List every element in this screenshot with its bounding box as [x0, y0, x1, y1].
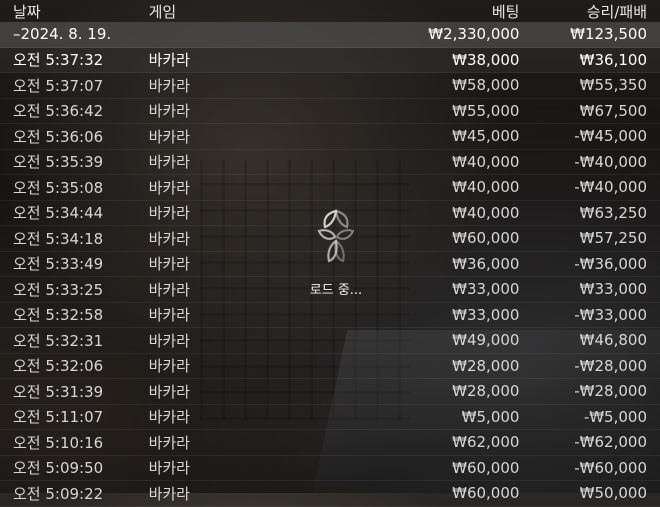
row-game: 바카라 [148, 357, 190, 376]
table-row[interactable]: 오전 5:32:06 바카라 ₩28,000 -₩28,000 [0, 354, 660, 379]
row-game: 바카라 [148, 433, 190, 452]
table-row[interactable]: 오전 5:11:07 바카라 ₩5,000 -₩5,000 [0, 405, 660, 430]
table-row[interactable]: 오전 5:37:07 바카라 ₩58,000 ₩55,350 [0, 73, 660, 99]
row-win-loss: -₩62,000 [574, 433, 647, 452]
row-win-loss: -₩40,000 [574, 178, 647, 197]
row-win-loss: ₩57,250 [579, 229, 647, 248]
table-row[interactable]: 오전 5:36:42 바카라 ₩55,000 ₩67,500 [0, 99, 660, 124]
row-time: 오전 5:32:06 [13, 357, 104, 376]
row-bet: ₩60,000 [452, 458, 520, 477]
row-bet: ₩5,000 [461, 407, 520, 426]
row-bet: ₩33,000 [452, 305, 520, 324]
loading-text: 로드 중... [309, 283, 363, 298]
row-game: 바카라 [148, 306, 190, 325]
row-win-loss: -₩33,000 [574, 305, 647, 324]
column-header-win-loss[interactable]: 승리/패배 [519, 1, 660, 22]
row-bet: ₩28,000 [452, 382, 520, 401]
row-game: 바카라 [148, 280, 190, 299]
row-win-loss: ₩33,000 [579, 280, 647, 299]
row-win-loss: -₩36,000 [574, 254, 647, 273]
table-row[interactable]: 오전 5:35:39 바카라 ₩40,000 -₩40,000 [0, 150, 660, 175]
row-bet: ₩60,000 [452, 484, 520, 503]
summary-win-loss: ₩123,500 [570, 25, 647, 44]
row-time: 오전 5:33:25 [13, 280, 104, 299]
row-game: 바카라 [148, 204, 190, 223]
table-row[interactable]: 오전 5:09:22 바카라 ₩60,000 ₩50,000 [0, 481, 660, 507]
row-bet: ₩58,000 [452, 76, 520, 95]
loading-indicator: 로드 중... [296, 207, 376, 307]
row-time: 오전 5:09:50 [13, 459, 104, 478]
spinner-icon [317, 209, 355, 263]
row-win-loss: -₩45,000 [574, 127, 647, 146]
row-time: 오전 5:33:49 [13, 255, 104, 274]
row-win-loss: -₩40,000 [574, 152, 647, 171]
row-time: 오전 5:37:07 [13, 76, 104, 95]
row-game: 바카라 [148, 76, 190, 95]
table-row[interactable]: 오전 5:32:31 바카라 ₩49,000 ₩46,800 [0, 328, 660, 354]
table-row[interactable]: 오전 5:37:32 바카라 ₩38,000 ₩36,100 [0, 47, 660, 73]
row-game: 바카라 [148, 408, 190, 427]
row-time: 오전 5:34:18 [13, 229, 104, 248]
row-win-loss: ₩50,000 [579, 484, 647, 503]
row-win-loss: -₩28,000 [574, 382, 647, 401]
row-game: 바카라 [148, 459, 190, 478]
row-win-loss: ₩67,500 [579, 101, 647, 120]
row-time: 오전 5:32:58 [13, 306, 104, 325]
row-game: 바카라 [148, 229, 190, 248]
row-game: 바카라 [148, 127, 190, 146]
row-game: 바카라 [148, 331, 190, 350]
table-row[interactable]: 오전 5:31:39 바카라 ₩28,000 -₩28,000 [0, 379, 660, 405]
row-game: 바카라 [148, 382, 190, 401]
table-row[interactable]: 오전 5:35:08 바카라 ₩40,000 -₩40,000 [0, 175, 660, 201]
table-row[interactable]: 오전 5:36:06 바카라 ₩45,000 -₩45,000 [0, 124, 660, 150]
row-win-loss: ₩63,250 [579, 203, 647, 222]
row-time: 오전 5:10:16 [13, 433, 104, 452]
row-game: 바카라 [148, 51, 190, 70]
row-game: 바카라 [148, 484, 190, 503]
column-header-bet[interactable]: 베팅 [306, 1, 520, 22]
row-bet: ₩28,000 [452, 356, 520, 375]
row-time: 오전 5:34:44 [13, 204, 104, 223]
table-header: 날짜 게임 베팅 승리/패배 [0, 0, 660, 22]
date-summary-row[interactable]: –2024. 8. 19. ₩2,330,000 ₩123,500 [0, 22, 660, 48]
row-bet: ₩49,000 [452, 331, 520, 350]
row-time: 오전 5:09:22 [13, 484, 104, 503]
row-time: 오전 5:36:06 [13, 127, 104, 146]
column-header-game[interactable]: 게임 [139, 1, 306, 22]
row-win-loss: -₩60,000 [574, 458, 647, 477]
summary-bet: ₩2,330,000 [428, 25, 520, 44]
row-bet: ₩38,000 [452, 50, 520, 69]
summary-date: –2024. 8. 19. [13, 25, 112, 44]
row-win-loss: -₩28,000 [574, 356, 647, 375]
row-time: 오전 5:31:39 [13, 382, 104, 401]
row-game: 바카라 [148, 153, 190, 172]
row-time: 오전 5:35:39 [13, 153, 104, 172]
row-game: 바카라 [148, 255, 190, 274]
row-win-loss: -₩5,000 [583, 407, 647, 426]
row-time: 오전 5:32:31 [13, 331, 104, 350]
row-game: 바카라 [148, 178, 190, 197]
row-bet: ₩40,000 [452, 178, 520, 197]
row-game: 바카라 [148, 102, 190, 121]
column-header-date[interactable]: 날짜 [0, 1, 139, 22]
table-row[interactable]: 오전 5:10:16 바카라 ₩62,000 -₩62,000 [0, 430, 660, 456]
row-bet: ₩55,000 [452, 101, 520, 120]
row-win-loss: ₩46,800 [579, 331, 647, 350]
row-win-loss: ₩36,100 [579, 50, 647, 69]
table-row[interactable]: 오전 5:09:50 바카라 ₩60,000 -₩60,000 [0, 456, 660, 481]
row-win-loss: ₩55,350 [579, 76, 647, 95]
row-time: 오전 5:11:07 [13, 408, 104, 427]
row-time: 오전 5:35:08 [13, 178, 104, 197]
row-time: 오전 5:37:32 [13, 51, 104, 70]
row-time: 오전 5:36:42 [13, 102, 104, 121]
row-bet: ₩40,000 [452, 152, 520, 171]
row-bet: ₩45,000 [452, 127, 520, 146]
row-bet: ₩62,000 [452, 433, 520, 452]
